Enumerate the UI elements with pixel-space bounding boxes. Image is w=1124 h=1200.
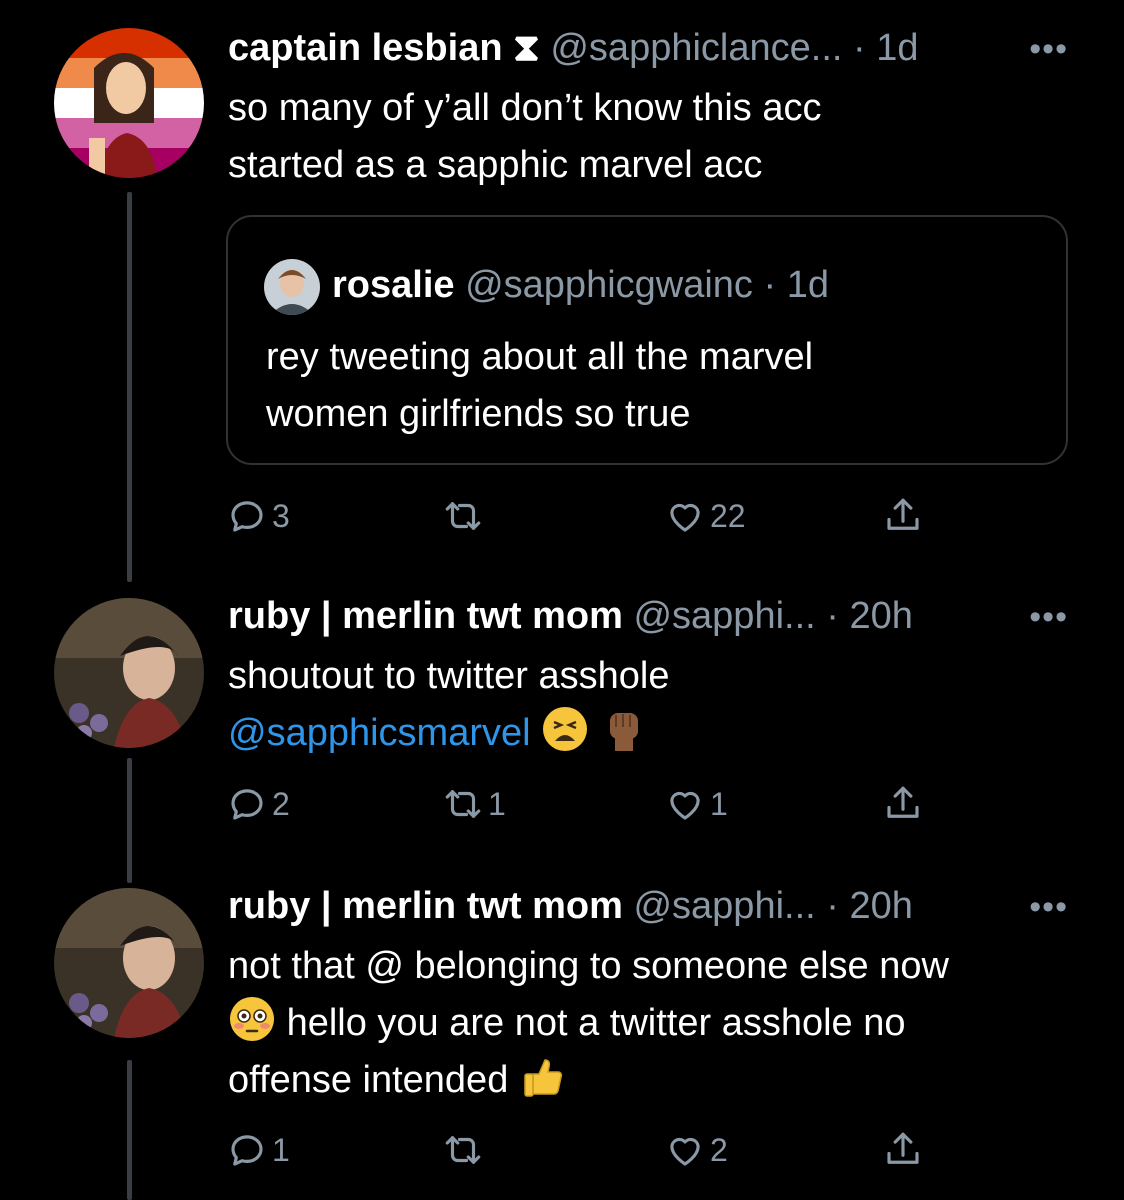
- avatar[interactable]: [54, 598, 204, 748]
- like-count: 2: [710, 1131, 728, 1168]
- timestamp[interactable]: · 20h: [826, 595, 913, 637]
- like-count: 22: [710, 497, 746, 534]
- tweet-2[interactable]: ruby | merlin twt mom @sapphi... · 20h •…: [0, 580, 1124, 883]
- more-options-icon[interactable]: •••: [1029, 598, 1068, 637]
- handle[interactable]: @sapphiclance...: [550, 27, 842, 69]
- share-button[interactable]: [882, 782, 924, 826]
- share-icon: [882, 495, 924, 537]
- tweet-text-line: shoutout to twitter asshole: [228, 655, 670, 697]
- quote-display-name: rosalie: [332, 264, 455, 306]
- hourglass-icon: ⧗: [513, 27, 540, 69]
- tweet-1[interactable]: captain lesbian ⧗ @sapphiclance... · 1d …: [0, 0, 1124, 582]
- reply-button[interactable]: 1: [226, 1128, 290, 1172]
- quote-header: rosalie @sapphicgwainc · 1d: [332, 261, 829, 309]
- quote-timestamp: · 1d: [763, 264, 829, 306]
- tweet-text-line: started as a sapphic marvel acc: [228, 144, 763, 186]
- retweet-button[interactable]: [442, 494, 488, 538]
- reply-count: 3: [272, 497, 290, 534]
- tweet-3[interactable]: ruby | merlin twt mom @sapphi... · 20h •…: [0, 880, 1124, 1200]
- more-options-icon[interactable]: •••: [1029, 888, 1068, 927]
- tweet-actions: 2 1 1: [226, 782, 946, 826]
- retweet-icon: [442, 783, 484, 825]
- quote-avatar: [264, 259, 320, 315]
- handle[interactable]: @sapphi...: [633, 885, 815, 927]
- flushed-face-emoji: [230, 997, 274, 1041]
- tweet-text-line: offense intended: [228, 1052, 1088, 1109]
- timestamp[interactable]: · 1d: [853, 27, 918, 69]
- display-name[interactable]: ruby | merlin twt mom: [228, 595, 623, 637]
- like-button[interactable]: 22: [664, 494, 746, 538]
- tweet-text-line: @sapphicsmarvel: [228, 705, 1088, 762]
- thread-line: [127, 192, 132, 582]
- like-icon: [664, 1129, 706, 1171]
- retweet-button[interactable]: 1: [442, 782, 506, 826]
- like-icon: [664, 495, 706, 537]
- handle[interactable]: @sapphi...: [633, 595, 815, 637]
- reply-button[interactable]: 2: [226, 782, 290, 826]
- retweet-icon: [442, 1129, 484, 1171]
- like-button[interactable]: 2: [664, 1128, 728, 1172]
- avatar[interactable]: [54, 28, 204, 178]
- reply-icon: [226, 495, 268, 537]
- tweet-actions: 1 2: [226, 1128, 946, 1172]
- tweet-header: captain lesbian ⧗ @sapphiclance... · 1d: [228, 24, 1084, 72]
- retweet-icon: [442, 495, 484, 537]
- like-count: 1: [710, 785, 728, 822]
- avatar[interactable]: [54, 888, 204, 1038]
- display-name[interactable]: ruby | merlin twt mom: [228, 885, 623, 927]
- share-button[interactable]: [882, 1128, 924, 1172]
- like-button[interactable]: 1: [664, 782, 728, 826]
- quoted-tweet[interactable]: rosalie @sapphicgwainc · 1d rey tweeting…: [226, 215, 1068, 465]
- tweet-text: not that @ belonging to someone else now…: [228, 938, 1088, 1109]
- quote-text: rey tweeting about all the marvel women …: [266, 329, 1046, 443]
- quote-text-line: women girlfriends so true: [266, 393, 691, 435]
- tweet-header: ruby | merlin twt mom @sapphi... · 20h: [228, 882, 1084, 930]
- tweet-text: so many of y’all don’t know this acc sta…: [228, 80, 1088, 194]
- reply-count: 2: [272, 785, 290, 822]
- raised-fist-emoji: [609, 713, 638, 751]
- timestamp[interactable]: · 20h: [826, 885, 913, 927]
- more-options-icon[interactable]: •••: [1029, 30, 1068, 69]
- reply-icon: [226, 1129, 268, 1171]
- share-button[interactable]: [882, 494, 924, 538]
- thumbs-up-emoji: [524, 1059, 563, 1097]
- reply-count: 1: [272, 1131, 290, 1168]
- quote-handle: @sapphicgwainc: [465, 264, 753, 306]
- tweet-text-fragment: hello you are not a twitter asshole no: [286, 1002, 906, 1044]
- tweet-text-line: not that @ belonging to someone else now: [228, 945, 949, 987]
- share-icon: [882, 783, 924, 825]
- retweet-button[interactable]: [442, 1128, 488, 1172]
- quote-text-line: rey tweeting about all the marvel: [266, 336, 814, 378]
- display-name[interactable]: captain lesbian: [228, 27, 503, 69]
- tweet-text-line: hello you are not a twitter asshole no: [228, 995, 1088, 1052]
- tired-face-emoji: [543, 707, 588, 751]
- like-icon: [664, 783, 706, 825]
- tweet-actions: 3 22: [226, 494, 946, 538]
- retweet-count: 1: [488, 785, 506, 822]
- thread-line: [127, 1060, 132, 1200]
- tweet-text-line: so many of y’all don’t know this acc: [228, 87, 822, 129]
- thread-line: [127, 758, 132, 883]
- tweet-header: ruby | merlin twt mom @sapphi... · 20h: [228, 592, 1084, 640]
- tweet-text: shoutout to twitter asshole @sapphicsmar…: [228, 648, 1088, 762]
- reply-icon: [226, 783, 268, 825]
- mention-link[interactable]: @sapphicsmarvel: [228, 712, 531, 754]
- tweet-text-fragment: offense intended: [228, 1059, 509, 1101]
- reply-button[interactable]: 3: [226, 494, 290, 538]
- share-icon: [882, 1129, 924, 1171]
